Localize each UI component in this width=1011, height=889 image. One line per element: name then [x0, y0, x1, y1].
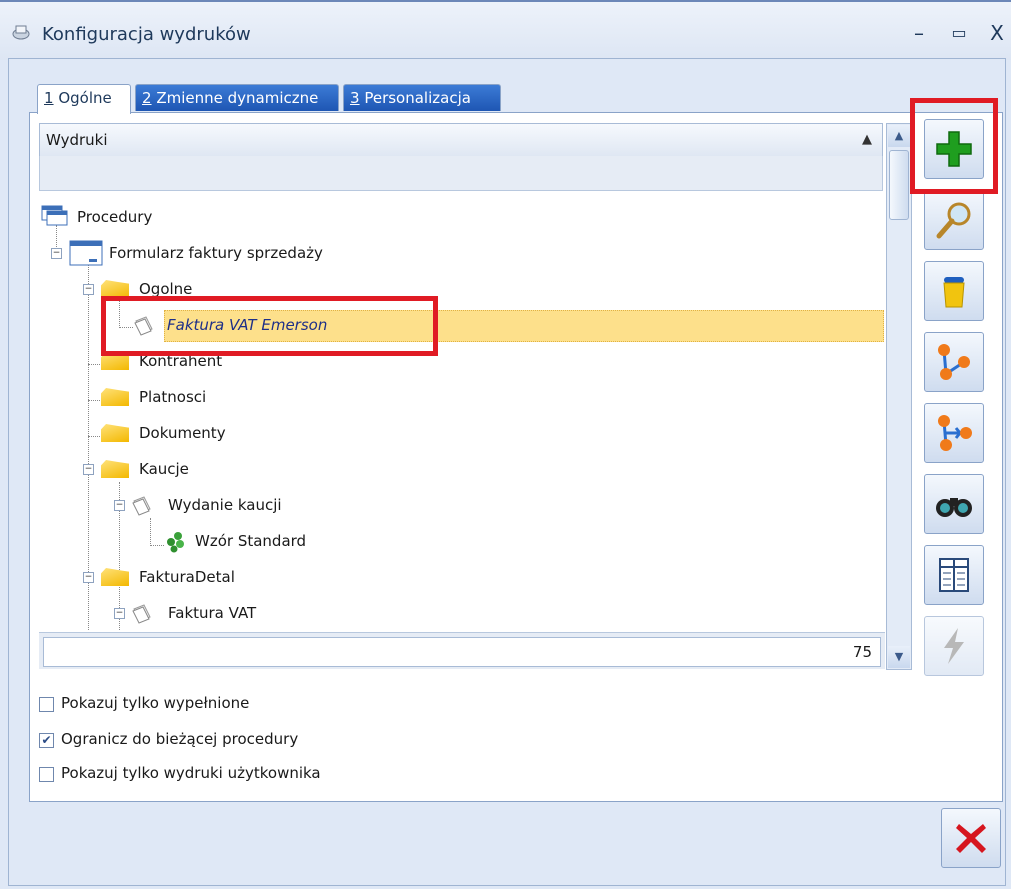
- sort-ascending-icon: ▲: [862, 132, 872, 147]
- cancel-button[interactable]: [941, 808, 1001, 868]
- lightning-button[interactable]: [924, 616, 984, 676]
- collapse-toggle-icon[interactable]: −: [83, 284, 94, 295]
- collapse-toggle-icon[interactable]: −: [51, 248, 62, 259]
- magnifier-icon: [936, 202, 971, 239]
- tab-personalizacja-key: 3: [350, 89, 360, 107]
- folder-icon: [101, 388, 129, 406]
- title-bar: Konfiguracja wydruków – ▭ X: [0, 0, 1011, 60]
- grid-footer: 75: [39, 632, 885, 669]
- checkbox-label: Pokazuj tylko wypełnione: [61, 694, 250, 712]
- tab-ogolne-key: 1: [44, 89, 54, 107]
- highlight-box-add: [910, 98, 998, 194]
- tree-line: [88, 436, 102, 437]
- tree-node-label: Platnosci: [139, 388, 207, 406]
- column-header-wydruki[interactable]: Wydruki ▲: [39, 123, 883, 157]
- highlight-box-selected-print: [101, 296, 438, 356]
- scroll-down-button[interactable]: ▼: [888, 646, 910, 668]
- lightning-icon: [944, 628, 964, 664]
- close-window-button[interactable]: X: [984, 20, 1010, 46]
- template-icon: [167, 532, 184, 553]
- tab-ogolne[interactable]: 1 Ogólne: [37, 84, 131, 114]
- form-icon: [69, 240, 103, 266]
- app-icon: [12, 25, 30, 40]
- tab-zmienne-label: Zmienne dynamiczne: [156, 89, 319, 107]
- tree-node-label: Wzór Standard: [195, 532, 307, 550]
- window-title: Konfiguracja wydruków: [42, 24, 251, 45]
- column-header-label: Wydruki: [46, 131, 108, 149]
- tree-node-label: Wydanie kaucji: [168, 496, 282, 514]
- folder-icon: [101, 568, 129, 586]
- tree-line: [150, 545, 164, 546]
- minimize-button[interactable]: –: [906, 20, 932, 46]
- tree-line: [88, 400, 102, 401]
- collapse-toggle-icon[interactable]: −: [83, 464, 94, 475]
- tree-node-label: Procedury: [77, 208, 153, 226]
- move-button[interactable]: [924, 403, 984, 463]
- tree-node-label: FakturaDetal: [139, 568, 235, 586]
- delete-button[interactable]: [924, 261, 984, 321]
- folder-icon: [101, 424, 129, 442]
- tab-zmienne-dynamiczne[interactable]: 2 Zmienne dynamiczne: [135, 84, 339, 111]
- columns-button[interactable]: [924, 545, 984, 605]
- procedures-icon: [41, 205, 68, 226]
- collapse-toggle-icon[interactable]: −: [83, 572, 94, 583]
- search-button[interactable]: [924, 474, 984, 534]
- record-count: 75: [852, 643, 872, 661]
- prints-tree[interactable]: Procedury − Formularz faktury sprzedaży …: [39, 192, 885, 630]
- tab-personalizacja[interactable]: 3 Personalizacja: [343, 84, 501, 111]
- columns-icon: [939, 558, 969, 592]
- scroll-up-button[interactable]: ▲: [888, 125, 910, 147]
- footer-summary: 75: [43, 637, 881, 667]
- checkbox-label: Pokazuj tylko wydruki użytkownika: [61, 764, 321, 782]
- scroll-thumb[interactable]: [889, 150, 909, 220]
- tree-line: [150, 518, 151, 546]
- checkbox-show-user-prints[interactable]: [39, 767, 54, 782]
- trash-icon: [943, 277, 965, 308]
- filter-row[interactable]: [39, 156, 883, 191]
- binoculars-icon: [936, 498, 972, 517]
- tree-node-label: Formularz faktury sprzedaży: [109, 244, 323, 262]
- tab-zmienne-key: 2: [142, 89, 152, 107]
- edit-button[interactable]: [924, 190, 984, 250]
- document-icon: [132, 496, 151, 516]
- vertical-scrollbar[interactable]: ▲ ▼: [886, 123, 912, 670]
- tab-personalizacja-label: Personalizacja: [364, 89, 471, 107]
- copy-icon: [938, 344, 970, 380]
- copy-button[interactable]: [924, 332, 984, 392]
- checkbox-show-filled[interactable]: [39, 697, 54, 712]
- checkbox-limit-procedure[interactable]: ✔: [39, 733, 54, 748]
- tree-node-label: Kaucje: [139, 460, 189, 478]
- tree-node-label: Faktura VAT: [168, 604, 257, 622]
- tree-node-label: Dokumenty: [139, 424, 226, 442]
- checkbox-label: Ogranicz do bieżącej procedury: [61, 730, 299, 748]
- collapse-toggle-icon[interactable]: −: [114, 500, 125, 511]
- collapse-toggle-icon[interactable]: −: [114, 608, 125, 619]
- maximize-button[interactable]: ▭: [946, 20, 972, 46]
- folder-icon: [101, 460, 129, 478]
- move-icon: [938, 415, 972, 451]
- tree-line: [88, 364, 102, 365]
- tab-ogolne-label: Ogólne: [58, 89, 112, 107]
- document-icon: [132, 604, 151, 624]
- close-icon: [956, 824, 986, 853]
